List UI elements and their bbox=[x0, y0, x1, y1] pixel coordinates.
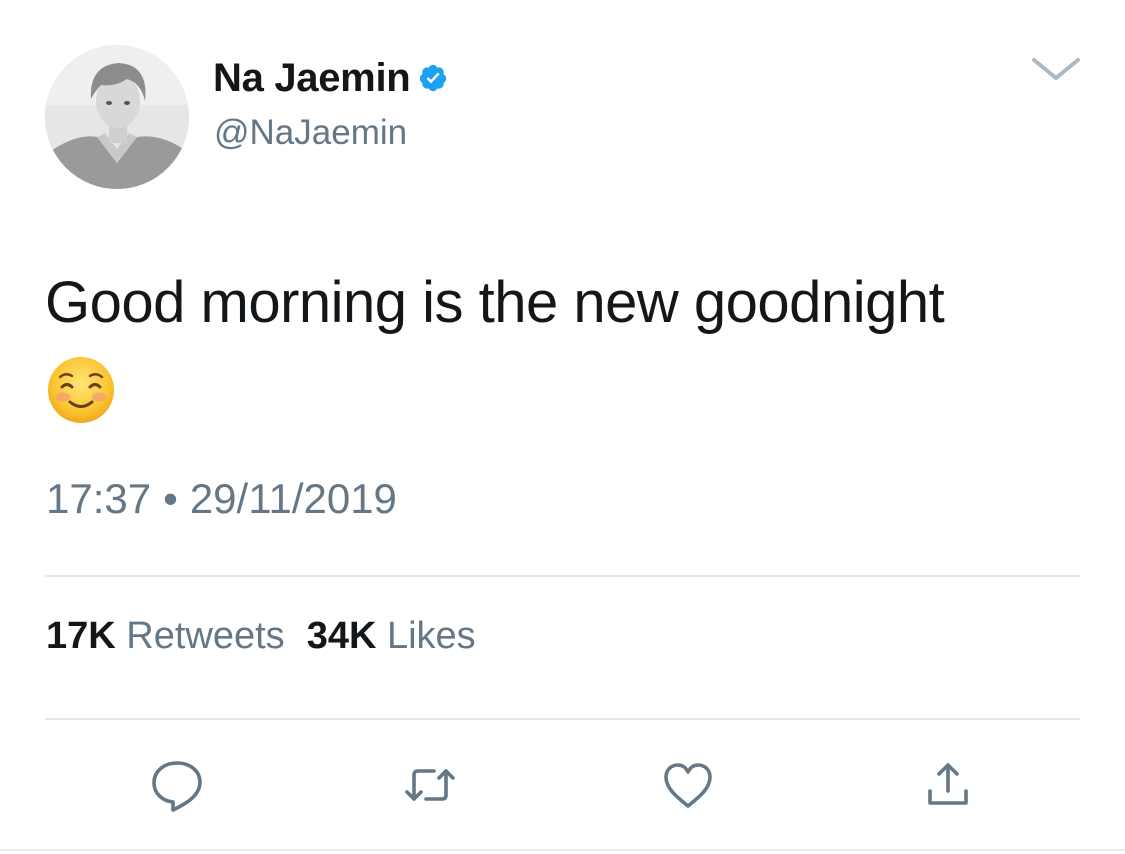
avatar[interactable] bbox=[45, 45, 189, 189]
reply-icon[interactable] bbox=[147, 755, 207, 815]
smiling-face-emoji-icon bbox=[46, 355, 116, 425]
tweet-text: Good morning is the new goodnight bbox=[45, 270, 945, 335]
separator-dot: • bbox=[163, 475, 178, 522]
bottom-border bbox=[0, 849, 1125, 851]
tweet-timestamp[interactable]: 17:37 • 29/11/2019 bbox=[46, 475, 397, 523]
retweets-stat[interactable]: 17K Retweets bbox=[46, 615, 285, 657]
like-icon[interactable] bbox=[658, 755, 718, 815]
likes-count: 34K bbox=[306, 615, 377, 657]
tweet-time: 17:37 bbox=[46, 475, 152, 522]
display-name[interactable]: Na Jaemin bbox=[213, 56, 411, 101]
tweet-stats: 17K Retweets 34K Likes bbox=[46, 615, 476, 658]
likes-label: Likes bbox=[386, 615, 476, 657]
chevron-down-icon[interactable] bbox=[1028, 52, 1084, 86]
retweets-count: 17K bbox=[46, 615, 116, 657]
retweet-icon[interactable] bbox=[400, 755, 460, 815]
verified-badge-icon bbox=[418, 63, 448, 93]
avatar-photo bbox=[45, 45, 189, 189]
author-handle[interactable]: @NaJaemin bbox=[214, 113, 407, 153]
likes-stat[interactable]: 34K Likes bbox=[307, 615, 476, 657]
author-name-row[interactable]: Na Jaemin bbox=[213, 52, 448, 104]
divider bbox=[45, 575, 1080, 577]
retweets-label: Retweets bbox=[126, 615, 285, 657]
divider bbox=[45, 718, 1080, 720]
tweet-date: 29/11/2019 bbox=[189, 475, 397, 522]
share-icon[interactable] bbox=[918, 755, 978, 815]
